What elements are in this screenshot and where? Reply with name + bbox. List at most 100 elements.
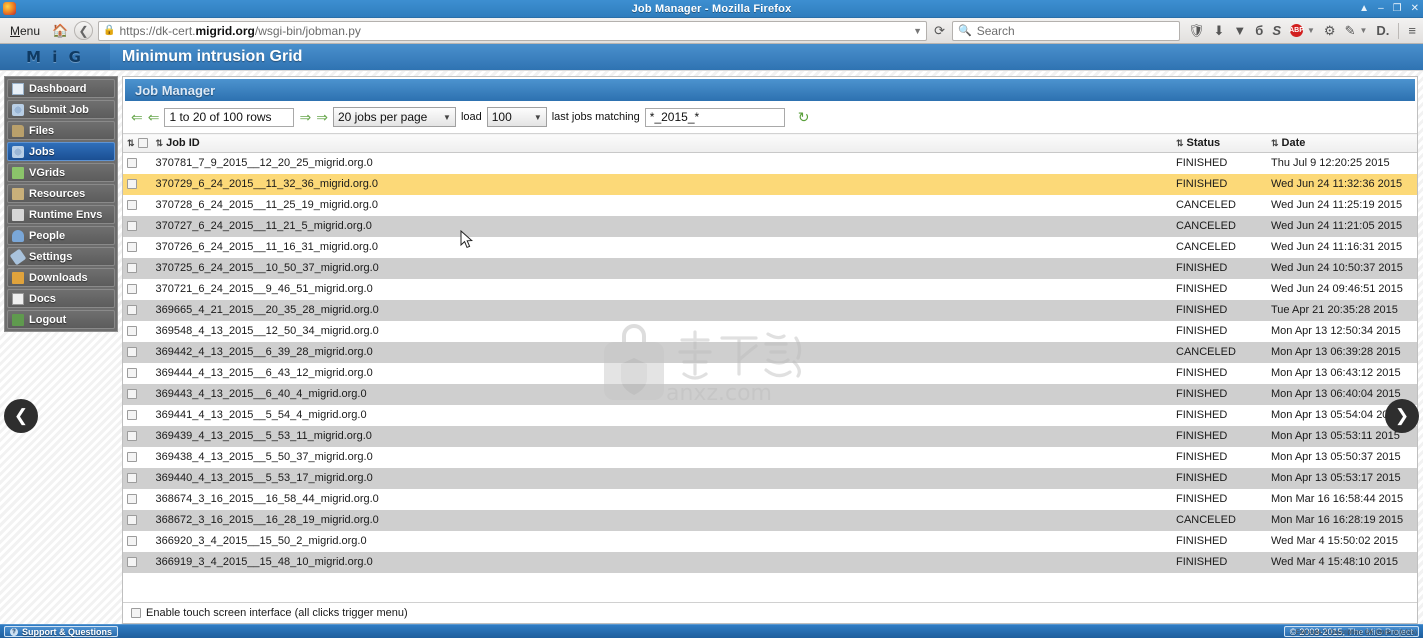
support-questions-button[interactable]: ? Support & Questions — [4, 626, 118, 637]
row-checkbox-cell[interactable] — [123, 215, 152, 237]
gear-icon[interactable]: ⚙ — [1324, 24, 1336, 37]
table-row[interactable]: 370727_6_24_2015__11_21_5_migrid.org.0 CA… — [123, 215, 1417, 237]
table-row[interactable]: 370781_7_9_2015__12_20_25_migrid.org.0 FI… — [123, 152, 1417, 174]
matching-filter-input[interactable] — [644, 107, 785, 127]
row-checkbox-cell[interactable] — [123, 362, 152, 384]
row-checkbox[interactable] — [127, 410, 137, 421]
address-bar[interactable]: 🔒 https://dk-cert.migrid.org/wsgi-bin/jo… — [98, 20, 928, 41]
sidebar-item-submit-job[interactable]: Submit Job — [7, 100, 115, 119]
row-checkbox[interactable] — [127, 536, 137, 547]
row-checkbox-cell[interactable] — [123, 341, 152, 363]
row-checkbox[interactable] — [127, 347, 137, 358]
row-checkbox-cell[interactable] — [123, 152, 152, 174]
table-row[interactable]: 368674_3_16_2015__16_58_44_migrid.org.0 F… — [123, 488, 1417, 510]
select-all-checkbox[interactable] — [137, 138, 148, 149]
pencil-chevron-down-icon[interactable]: ▼ — [1359, 26, 1367, 35]
adblock-icon[interactable]: ABP — [1289, 24, 1304, 37]
row-checkbox-cell[interactable] — [123, 425, 152, 447]
reload-icon[interactable]: ⟳ — [932, 23, 947, 39]
jobs-per-page-select[interactable]: 20 jobs per page ▼ — [332, 107, 456, 127]
row-checkbox[interactable] — [127, 179, 137, 190]
load-count-select[interactable]: 100 ▼ — [486, 107, 547, 127]
sidebar-item-jobs[interactable]: Jobs — [7, 142, 115, 161]
adblock-chevron-down-icon[interactable]: ▼ — [1307, 26, 1315, 35]
menu-button[interactable]: Menu — [4, 24, 46, 38]
table-row[interactable]: 369442_4_13_2015__6_39_28_migrid.org.0 CA… — [123, 341, 1417, 363]
overlay-next-button[interactable]: ❯ — [1385, 399, 1419, 433]
next-page-button[interactable]: ⇒ — [299, 110, 311, 124]
row-checkbox[interactable] — [127, 494, 137, 505]
sidebar-item-docs[interactable]: Docs — [7, 289, 115, 308]
sidebar-item-resources[interactable]: Resources — [7, 184, 115, 203]
home-icon[interactable]: 🏠 — [51, 23, 69, 39]
touch-interface-row[interactable]: Enable touch screen interface (all click… — [123, 602, 1417, 623]
filter-icon[interactable]: ▼ — [1233, 24, 1246, 37]
rows-range-input[interactable] — [164, 107, 295, 127]
window-close-icon[interactable]: ✕ — [1411, 3, 1419, 14]
row-checkbox[interactable] — [127, 515, 137, 526]
row-checkbox[interactable] — [127, 368, 137, 379]
sidebar-item-settings[interactable]: Settings — [7, 247, 115, 266]
refresh-icon[interactable]: ↻ — [798, 109, 810, 126]
row-checkbox-cell[interactable] — [123, 320, 152, 342]
row-checkbox[interactable] — [127, 389, 137, 400]
row-checkbox-cell[interactable] — [123, 509, 152, 531]
table-row[interactable]: 366920_3_4_2015__15_50_2_migrid.org.0 FIN… — [123, 530, 1417, 552]
row-checkbox[interactable] — [127, 431, 137, 442]
row-checkbox-cell[interactable] — [123, 299, 152, 321]
row-checkbox[interactable] — [127, 200, 137, 211]
download-icon[interactable]: ⬇ — [1214, 24, 1225, 37]
table-row[interactable]: 370725_6_24_2015__10_50_37_migrid.org.0 F… — [123, 257, 1417, 279]
address-dropdown-icon[interactable]: ▼ — [907, 26, 922, 36]
sort-icon[interactable]: ⇅ — [1271, 138, 1279, 148]
pencil-icon[interactable]: ✎ — [1345, 24, 1356, 37]
sidebar-item-vgrids[interactable]: VGrids — [7, 163, 115, 182]
hamburger-menu-icon[interactable]: ≡ — [1408, 24, 1416, 37]
row-checkbox[interactable] — [127, 284, 137, 295]
skype-icon[interactable]: S — [1272, 24, 1281, 37]
header-job-id[interactable]: ⇅ Job ID — [151, 133, 1172, 153]
row-checkbox-cell[interactable] — [123, 173, 152, 195]
row-checkbox-cell[interactable] — [123, 194, 152, 216]
row-checkbox-cell[interactable] — [123, 236, 152, 258]
header-date[interactable]: ⇅ Date — [1267, 133, 1417, 153]
sidebar-item-dashboard[interactable]: Dashboard — [7, 79, 115, 98]
table-row[interactable]: 370721_6_24_2015__9_46_51_migrid.org.0 FI… — [123, 278, 1417, 300]
row-checkbox[interactable] — [127, 242, 137, 253]
table-row[interactable]: 369440_4_13_2015__5_53_17_migrid.org.0 FI… — [123, 467, 1417, 489]
table-row[interactable]: 369439_4_13_2015__5_53_11_migrid.org.0 FI… — [123, 425, 1417, 447]
window-maximize-icon[interactable]: ❐ — [1393, 3, 1402, 14]
row-checkbox[interactable] — [127, 221, 137, 232]
table-row[interactable]: 369443_4_13_2015__6_40_4_migrid.org.0 FIN… — [123, 383, 1417, 405]
shield-icon[interactable]: 🛡 — [1188, 24, 1205, 37]
table-row[interactable]: 369548_4_13_2015__12_50_34_migrid.org.0 F… — [123, 320, 1417, 342]
sort-icon[interactable]: ⇅ — [127, 138, 135, 148]
mig-logo[interactable]: M i G — [0, 44, 110, 70]
row-checkbox-cell[interactable] — [123, 488, 152, 510]
table-row[interactable]: 370728_6_24_2015__11_25_19_migrid.org.0 C… — [123, 194, 1417, 216]
table-row[interactable]: 369441_4_13_2015__5_54_4_migrid.org.0 FIN… — [123, 404, 1417, 426]
table-row[interactable]: 368672_3_16_2015__16_28_19_migrid.org.0 C… — [123, 509, 1417, 531]
dropbox-icon[interactable]: D. — [1376, 24, 1389, 37]
prev-page-button[interactable]: ⇐ — [148, 110, 160, 124]
sidebar-item-files[interactable]: Files — [7, 121, 115, 140]
window-controls[interactable]: ▲ – ❐ ✕ — [1359, 3, 1419, 14]
sort-icon[interactable]: ⇅ — [1176, 138, 1184, 148]
table-row[interactable]: 370729_6_24_2015__11_32_36_migrid.org.0 F… — [123, 173, 1417, 195]
first-page-button[interactable]: ⇐ — [131, 110, 143, 124]
row-checkbox-cell[interactable] — [123, 551, 152, 573]
table-row[interactable]: 369665_4_21_2015__20_35_28_migrid.org.0 F… — [123, 299, 1417, 321]
sidebar-item-logout[interactable]: Logout — [7, 310, 115, 329]
row-checkbox-cell[interactable] — [123, 257, 152, 279]
header-sort-cell[interactable]: ⇅ — [123, 133, 152, 153]
row-checkbox-cell[interactable] — [123, 446, 152, 468]
row-checkbox-cell[interactable] — [123, 530, 152, 552]
row-checkbox[interactable] — [127, 473, 137, 484]
bee-icon[interactable]: б — [1255, 24, 1263, 37]
table-row[interactable]: 370726_6_24_2015__11_16_31_migrid.org.0 C… — [123, 236, 1417, 258]
sidebar-item-downloads[interactable]: Downloads — [7, 268, 115, 287]
row-checkbox[interactable] — [127, 305, 137, 316]
sidebar-item-people[interactable]: People — [7, 226, 115, 245]
row-checkbox[interactable] — [127, 158, 137, 169]
back-button[interactable]: ❮ — [74, 21, 94, 40]
